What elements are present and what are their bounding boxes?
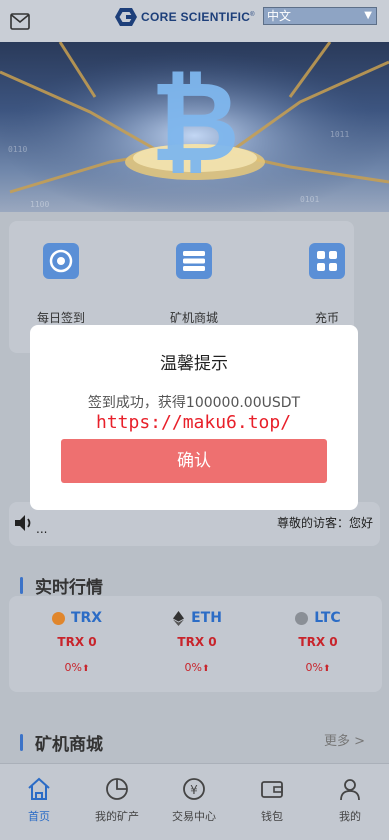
checkin-label: 每日签到: [36, 311, 85, 325]
deposit-label: 充币: [314, 311, 339, 325]
coin-name: TRX: [70, 610, 103, 626]
notice-ellipsis: ...: [36, 522, 48, 536]
chevron-down-icon: ▼: [364, 10, 372, 21]
server-rack-icon: [176, 243, 212, 279]
more-link[interactable]: 更多 >: [324, 730, 365, 749]
logo-text: CORE SCIENTIFIC: [141, 10, 251, 24]
tab-my-mining[interactable]: 我的矿产: [78, 776, 156, 824]
alert-dialog: 温馨提示 签到成功，获得100000.00USDT https://maku6.…: [30, 325, 358, 510]
tab-home[interactable]: 首页: [0, 776, 78, 824]
home-icon: [28, 777, 50, 800]
tab-wallet[interactable]: 钱包: [233, 776, 311, 824]
bottom-tab-bar: 首页 我的矿产 ¥ 交易中心 钱包 我的: [0, 763, 389, 840]
tab-label: 首页: [28, 810, 50, 823]
checkin-button[interactable]: 每日签到: [11, 243, 111, 326]
tab-profile[interactable]: 我的: [311, 776, 389, 824]
banner-image[interactable]: ₿ 0110 1011 0101 1100: [0, 42, 389, 212]
eth-coin-icon: [173, 610, 185, 626]
coin-name: ETH: [191, 610, 222, 626]
arrow-up-icon: ⬆: [81, 664, 90, 674]
section-accent-bar: [20, 577, 23, 594]
market-title: 实时行情: [35, 578, 103, 598]
svg-text:₿: ₿: [150, 58, 240, 186]
language-value: 中文: [267, 9, 292, 23]
yen-exchange-icon: ¥: [183, 778, 205, 800]
coin-name: LTC: [314, 610, 341, 626]
dialog-message: 签到成功，获得100000.00USDT: [87, 395, 301, 411]
arrow-up-icon: ⬆: [322, 664, 331, 674]
mail-icon[interactable]: [10, 13, 30, 30]
svg-text:0110: 0110: [8, 145, 27, 154]
language-select[interactable]: 中文 ▼: [263, 7, 377, 25]
coin-price: TRX 0: [298, 635, 338, 649]
tab-trading-center[interactable]: ¥ 交易中心: [155, 776, 233, 824]
section-accent-bar: [20, 734, 23, 751]
user-icon: [340, 779, 360, 801]
pie-chart-icon: [106, 778, 128, 800]
svg-text:0101: 0101: [300, 195, 319, 204]
calendar-checkin-icon: [43, 243, 79, 279]
notice-text: 尊敬的访客：您好: [277, 516, 374, 530]
miner-shop-label: 矿机商城: [169, 311, 218, 325]
wallet-icon: [261, 781, 283, 798]
tab-label: 交易中心: [172, 810, 216, 823]
miner-section-title: 矿机商城: [20, 730, 103, 755]
miner-shop-button[interactable]: 矿机商城: [144, 243, 244, 326]
confirm-button[interactable]: 确认: [61, 439, 327, 483]
dialog-title: 温馨提示: [160, 354, 228, 374]
arrow-up-icon: ⬆: [201, 664, 210, 674]
core-scientific-logo-icon: [115, 8, 137, 26]
market-card: TRX TRX 0 0%⬆ ETH TRX 0 0%⬆ LTC TRX 0 0%…: [9, 596, 382, 692]
svg-text:¥: ¥: [190, 783, 198, 797]
tab-label: 钱包: [261, 810, 283, 823]
trx-coin-icon: [51, 611, 65, 625]
coin-change: 0%: [305, 661, 323, 674]
watermark-url: https://maku6.top/: [96, 412, 292, 433]
svg-text:1100: 1100: [30, 200, 49, 209]
market-item-eth[interactable]: ETH TRX 0 0%⬆: [137, 608, 257, 674]
logo-registered-mark: ®: [250, 12, 255, 18]
ltc-coin-icon: [295, 611, 309, 625]
bitcoin-chain-illustration: ₿ 0110 1011 0101 1100: [0, 42, 389, 212]
market-section-title: 实时行情: [20, 573, 103, 598]
coin-price: TRX 0: [177, 635, 217, 649]
deposit-button[interactable]: 充币: [277, 243, 377, 326]
coin-price: TRX 0: [57, 635, 97, 649]
coin-change: 0%: [64, 661, 82, 674]
coin-change: 0%: [184, 661, 202, 674]
speaker-icon: [15, 515, 31, 531]
app-header: CORE SCIENTIFIC® 中文 ▼: [0, 0, 389, 42]
calculator-icon: [309, 243, 345, 279]
market-item-ltc[interactable]: LTC TRX 0 0%⬆: [258, 608, 378, 674]
miner-title: 矿机商城: [35, 735, 103, 755]
brand-logo: CORE SCIENTIFIC®: [114, 7, 255, 27]
tab-label: 我的矿产: [95, 810, 139, 823]
market-item-trx[interactable]: TRX TRX 0 0%⬆: [17, 608, 137, 674]
svg-text:1011: 1011: [330, 130, 349, 139]
tab-label: 我的: [339, 810, 361, 823]
